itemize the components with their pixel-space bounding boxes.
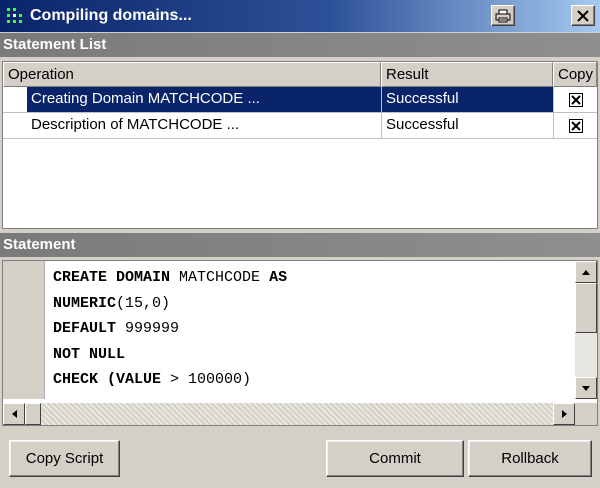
code-line: NUMERIC(15,0) [53, 294, 171, 312]
code-line: NOT NULL [53, 345, 126, 363]
table-row[interactable]: Description of MATCHCODE ... Successful [3, 113, 597, 138]
arrow-up-icon [582, 269, 590, 275]
line-gutter [3, 261, 45, 399]
result-cell: Successful [382, 87, 553, 112]
scroll-left-button[interactable] [3, 403, 25, 425]
sql-code[interactable]: CREATE DOMAIN MATCHCODE AS NUMERIC(15,0)… [53, 265, 287, 393]
check-icon [571, 121, 581, 131]
copy-script-button[interactable]: Copy Script [9, 440, 120, 477]
code-line: DEFAULT 999999 [53, 320, 180, 337]
statement-list: Operation Result Copy Creating Domain MA… [2, 61, 598, 229]
column-header-copy[interactable]: Copy [553, 62, 597, 87]
operation-cell: Description of MATCHCODE ... [31, 116, 240, 133]
scroll-down-button[interactable] [575, 377, 597, 399]
vertical-scroll-thumb[interactable] [575, 283, 597, 333]
scroll-right-button[interactable] [553, 403, 575, 425]
statement-list-header: Statement List [0, 33, 600, 57]
column-header-result[interactable]: Result [381, 62, 553, 87]
close-icon [577, 9, 589, 22]
code-line: CREATE DOMAIN MATCHCODE AS [53, 269, 288, 286]
horizontal-scroll-thumb[interactable] [25, 403, 41, 425]
code-line: CHECK (VALUE > 100000) [53, 371, 252, 388]
vertical-scrollbar[interactable] [575, 261, 597, 399]
copy-checkbox[interactable] [569, 93, 583, 107]
statement-editor[interactable]: CREATE DOMAIN MATCHCODE AS NUMERIC(15,0)… [2, 260, 598, 426]
scroll-up-button[interactable] [575, 261, 597, 283]
column-header-operation[interactable]: Operation [3, 62, 381, 87]
close-button[interactable] [571, 5, 595, 26]
arrow-right-icon [561, 410, 567, 418]
check-icon [571, 95, 581, 105]
rollback-button[interactable]: Rollback [468, 440, 592, 477]
table-row[interactable]: Creating Domain MATCHCODE ... Successful [3, 87, 597, 112]
print-button[interactable] [491, 5, 515, 26]
horizontal-scrollbar[interactable] [3, 403, 597, 425]
operation-cell: Creating Domain MATCHCODE ... [27, 87, 381, 112]
statement-header: Statement [0, 233, 600, 257]
scroll-corner [575, 403, 597, 425]
arrow-down-icon [582, 385, 590, 391]
print-icon [495, 9, 511, 22]
commit-button[interactable]: Commit [326, 440, 464, 477]
window-title: Compiling domains... [30, 7, 192, 24]
arrow-left-icon [11, 410, 17, 418]
copy-checkbox[interactable] [569, 119, 583, 133]
result-cell: Successful [386, 116, 459, 133]
app-icon [7, 8, 22, 23]
title-bar: Compiling domains... [0, 0, 600, 32]
